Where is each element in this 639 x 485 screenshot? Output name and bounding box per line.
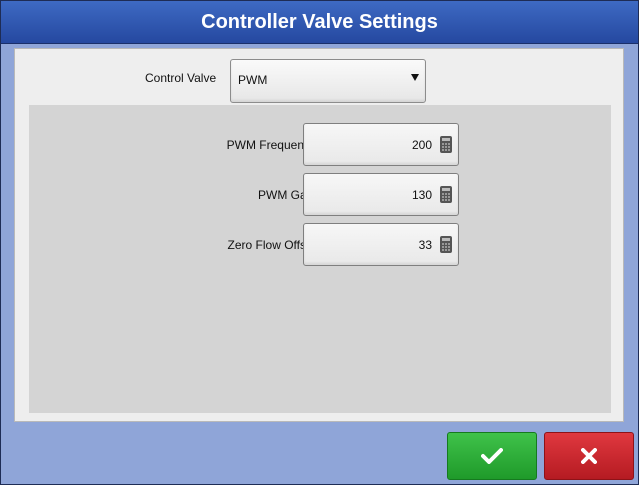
dropdown-arrow-icon [411, 74, 419, 81]
pwm-frequency-value: 200 [411, 138, 432, 152]
controller-valve-settings-dialog: Controller Valve Settings Control Valve … [0, 0, 639, 485]
checkmark-icon [481, 448, 503, 464]
zero-flow-offset-value: 33 [418, 238, 432, 252]
pwm-frequency-field[interactable]: 200 [303, 123, 459, 166]
calculator-icon[interactable] [440, 236, 452, 253]
dialog-title: Controller Valve Settings [1, 1, 638, 44]
zero-flow-offset-field[interactable]: 33 [303, 223, 459, 266]
control-valve-label: Control Valve [145, 71, 217, 85]
control-valve-selected-value: PWM [238, 73, 268, 87]
calculator-icon[interactable] [440, 136, 452, 153]
settings-panel: Control Valve PWM PWM Frequency 200 PWM … [14, 48, 624, 422]
control-valve-dropdown[interactable]: PWM [230, 59, 426, 103]
ok-button[interactable] [447, 432, 537, 480]
pwm-gain-field[interactable]: 130 [303, 173, 459, 216]
close-icon [581, 448, 597, 464]
pwm-settings-area: PWM Frequency 200 PWM Gain 130 Zero Flow… [29, 105, 611, 413]
pwm-gain-value: 130 [411, 188, 432, 202]
cancel-button[interactable] [544, 432, 634, 480]
calculator-icon[interactable] [440, 186, 452, 203]
